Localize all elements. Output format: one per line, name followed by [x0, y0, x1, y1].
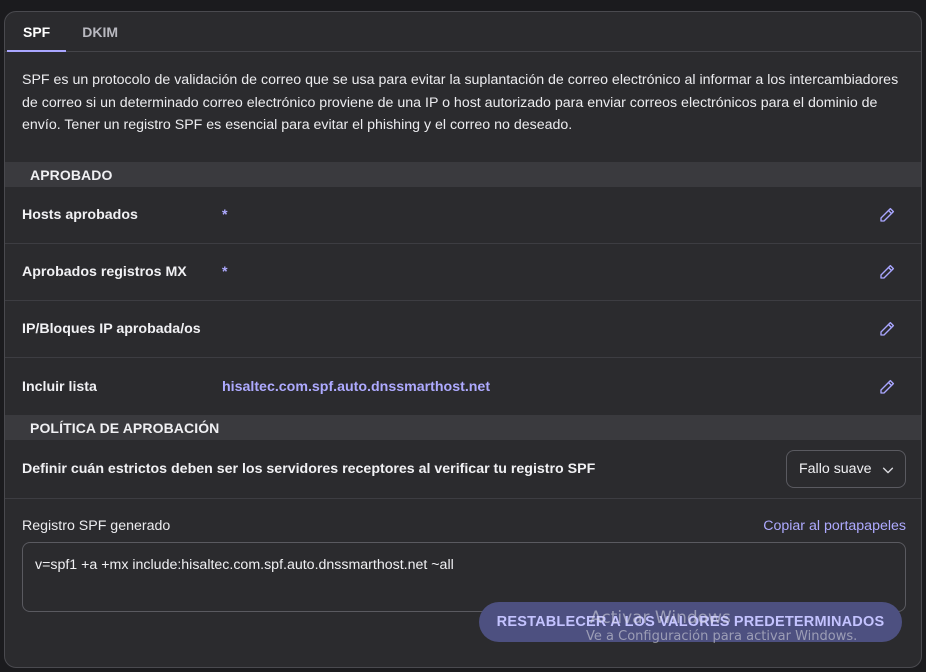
pencil-icon[interactable]: [877, 319, 897, 339]
generated-record-label: Registro SPF generado: [22, 518, 171, 534]
row-label: Aprobados registros MX: [22, 264, 187, 280]
copy-to-clipboard-link[interactable]: Copiar al portapapeles: [763, 518, 906, 534]
pencil-icon[interactable]: [877, 377, 897, 397]
tab-bar: SPF DKIM: [5, 12, 921, 52]
chevron-down-icon: [882, 467, 894, 474]
reset-defaults-button[interactable]: RESTABLECER A LOS VALORES PREDETERMINADO…: [479, 602, 902, 642]
row-value: *: [222, 264, 228, 280]
spf-settings-panel: SPF DKIM SPF es un protocolo de validaci…: [4, 11, 922, 668]
row-label: IP/Bloques IP aprobada/os: [22, 321, 201, 337]
row-value: *: [222, 207, 228, 223]
row-incluir-lista: Incluir lista hisaltec.com.spf.auto.dnss…: [5, 358, 921, 415]
policy-select[interactable]: Fallo suave: [786, 450, 906, 488]
row-label: Hosts aprobados: [22, 207, 138, 223]
tab-dkim[interactable]: DKIM: [66, 12, 134, 51]
policy-section-header: POLÍTICA DE APROBACIÓN: [5, 415, 921, 440]
policy-selected-value: Fallo suave: [799, 461, 872, 477]
tab-spf[interactable]: SPF: [7, 12, 67, 52]
row-ip-bloques: IP/Bloques IP aprobada/os: [5, 301, 921, 358]
pencil-icon[interactable]: [877, 205, 897, 225]
row-registros-mx: Aprobados registros MX *: [5, 244, 921, 301]
policy-row: Definir cuán estrictos deben ser los ser…: [5, 440, 921, 499]
policy-label: Definir cuán estrictos deben ser los ser…: [22, 461, 596, 477]
row-label: Incluir lista: [22, 378, 97, 395]
approved-section-header: APROBADO: [5, 162, 921, 187]
spf-description: SPF es un protocolo de validación de cor…: [22, 72, 899, 133]
row-hosts-aprobados: Hosts aprobados *: [5, 187, 921, 244]
row-value: hisaltec.com.spf.auto.dnssmarthost.net: [222, 378, 491, 395]
approved-list: Hosts aprobados * Aprobados registros MX…: [5, 187, 921, 415]
pencil-icon[interactable]: [877, 262, 897, 282]
